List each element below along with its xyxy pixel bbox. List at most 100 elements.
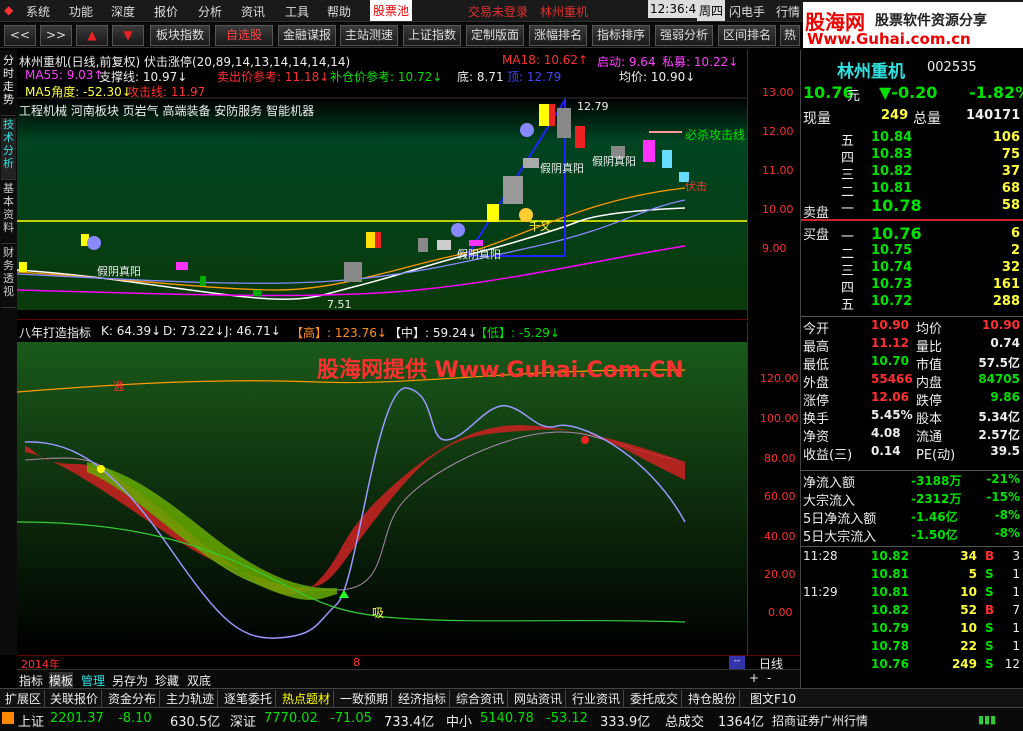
tick-volume: 10 <box>960 585 977 599</box>
stat-label: 量比 <box>916 340 943 355</box>
menu-function[interactable]: 功能 <box>69 3 93 20</box>
tick-count: 1 <box>1012 621 1020 635</box>
menu-help[interactable]: 帮助 <box>327 3 351 20</box>
ask-price: 10.84 <box>871 130 913 145</box>
zoom-out-icon[interactable]: - <box>767 671 771 685</box>
menu-news[interactable]: 资讯 <box>241 3 265 20</box>
ask-volume: 58 <box>1001 198 1020 213</box>
status-bar: 上证 2201.37 -8.10 630.5亿 深证 7770.02 -71.0… <box>0 707 1023 731</box>
total-label: 总成交 <box>665 715 705 730</box>
menu-tools[interactable]: 工具 <box>285 3 309 20</box>
zx-label[interactable]: 中小 <box>446 711 472 730</box>
bottom-tab[interactable]: 逐笔委托 <box>221 690 277 707</box>
forward-icon[interactable]: >> <box>40 25 72 46</box>
tick-count: 1 <box>1012 585 1020 599</box>
bottom-tab[interactable]: 持仓股份 <box>685 690 741 707</box>
low-value: 【低】: -5.29↓ <box>475 326 560 340</box>
tab-fundamentals[interactable]: 基本资料 <box>1 182 16 244</box>
tick-volume: 249 <box>951 657 977 671</box>
bottom-tab[interactable]: 扩展区 <box>2 690 46 707</box>
scroll-icon[interactable]: -- <box>729 656 745 669</box>
stat-value: 0.74 <box>990 336 1020 350</box>
bottom-tab[interactable]: 一致预期 <box>337 690 393 707</box>
tb-custom-layout[interactable]: 定制版面 <box>466 25 524 46</box>
annot-4: 假阴真阳 <box>457 248 501 261</box>
tick-price: 10.78 <box>871 639 909 653</box>
bottom-tab[interactable]: 热点题材 <box>279 690 335 707</box>
down-arrow-icon[interactable]: ▼ <box>112 25 144 46</box>
f10-button[interactable]: 图文F10 <box>750 690 796 707</box>
bottom-tab[interactable]: 行业资讯 <box>569 690 625 707</box>
tab-financials[interactable]: 财务透视 <box>1 246 16 308</box>
stat-label: 换手 <box>803 412 830 427</box>
tab-intraday[interactable]: 分时走势 <box>1 54 16 116</box>
menu-depth[interactable]: 深度 <box>111 3 135 20</box>
menu-analysis[interactable]: 分析 <box>198 3 222 20</box>
ma55-label: MA55: 9.03↑ <box>25 68 104 82</box>
tab-manage[interactable]: 管理 <box>81 672 105 689</box>
tick-count: 12 <box>1004 657 1020 671</box>
sz-label[interactable]: 深证 <box>230 711 256 730</box>
tb-gain-rank[interactable]: 涨幅排名 <box>529 25 587 46</box>
tab-saveas[interactable]: 另存为 <box>112 672 148 689</box>
stat-label: 跌停 <box>916 394 943 409</box>
stat-value: 10.90 <box>871 318 909 332</box>
indicator-panel[interactable]: 八年打造指标 K: 64.39↓ D: 73.22↓ J: 46.71↓ 【高】… <box>17 322 747 670</box>
tick-volume: 34 <box>960 549 977 563</box>
signal-icon[interactable]: ▮▮▮ <box>978 713 1018 727</box>
flow-label: 净流入额 <box>803 476 856 491</box>
tb-sh-index[interactable]: 上证指数 <box>403 25 461 46</box>
bid-level: 五 <box>841 298 855 313</box>
menu-quote[interactable]: 报价 <box>154 3 178 20</box>
ask-volume: 37 <box>1001 164 1020 179</box>
bottom-tab[interactable]: 网站资讯 <box>511 690 567 707</box>
flow-value: -1.50亿 <box>911 528 958 542</box>
ask-price: 10.78 <box>871 196 922 215</box>
logo-sub: 股票软件资源分享 <box>875 13 987 29</box>
ytick: 13.00 <box>762 86 794 99</box>
flash-trade-button[interactable]: 闪电手 <box>729 3 765 20</box>
tab-collect[interactable]: 珍藏 <box>155 672 179 689</box>
tab-double-bottom[interactable]: 双底 <box>187 672 211 689</box>
menu-system[interactable]: 系统 <box>26 3 50 20</box>
login-status[interactable]: 交易未登录 <box>468 3 528 20</box>
bottom-tab[interactable]: 综合资讯 <box>453 690 509 707</box>
stat-label: 净资 <box>803 430 830 445</box>
stat-value: 10.70 <box>871 354 909 368</box>
bottom-tab[interactable]: 关联报价 <box>47 690 103 707</box>
bottom-tab[interactable]: 委托成交 <box>627 690 683 707</box>
menu-stockpool[interactable]: 股票池 <box>370 0 413 21</box>
bottom-tabs: 扩展区 关联报价 资金分布 主力轨迹 逐笔委托 热点题材 一致预期 经济指标 综合资讯 网站资讯行… <box>0 688 1023 707</box>
tb-finance[interactable]: 金融谋报 <box>278 25 336 46</box>
tb-watchlist[interactable]: 自选股 <box>215 25 273 46</box>
bottom-tab[interactable]: 资金分布 <box>105 690 161 707</box>
ask-book: 五 10.84 106 四 10.83 75 三 10.82 37 二 10.81 68 一 10.78 5… <box>801 130 1023 220</box>
tab-template[interactable]: 模板 <box>49 672 74 689</box>
bottom-tab[interactable]: 主力轨迹 <box>163 690 219 707</box>
tab-technical[interactable]: 技术分析 <box>1 118 16 180</box>
avg-label: 均价: 10.90↓ <box>619 70 696 84</box>
sh-value: 2201.37 <box>50 711 104 726</box>
sz-value: 7770.02 <box>264 711 318 726</box>
annot-2: 假阴真阳 <box>540 162 584 175</box>
sh-label[interactable]: 上证 <box>18 711 44 730</box>
tb-indicator-sort[interactable]: 指标排序 <box>592 25 650 46</box>
ambush-label: 伏击 <box>685 180 707 193</box>
bottom-tab[interactable]: 经济指标 <box>395 690 451 707</box>
bid-book: 一 10.76 6 二 10.75 2 三 10.74 32 四 10.73 161 五 10.72 288 <box>801 222 1023 314</box>
high-price-label: 12.79 <box>577 100 609 113</box>
tb-sector-index[interactable]: 板块指数 <box>150 25 210 46</box>
tb-hot[interactable]: 热 <box>780 25 800 46</box>
tb-range-rank[interactable]: 区间排名 <box>718 25 776 46</box>
tb-speed-test[interactable]: 主站测速 <box>340 25 398 46</box>
back-icon[interactable]: << <box>4 25 36 46</box>
tab-indicator[interactable]: 指标 <box>19 672 43 689</box>
kline-panel[interactable]: 林州重机(日线,前复权) 伏击涨停(20,89,14,13,14,14,14,1… <box>17 50 747 320</box>
quote-button[interactable]: 行情 <box>776 3 800 20</box>
bid-price: 10.74 <box>871 260 913 275</box>
zoom-in-icon[interactable]: + <box>749 671 759 685</box>
sell-ref-label: 卖出价参考: 11.18↓ <box>217 70 330 84</box>
up-arrow-icon[interactable]: ▲ <box>76 25 108 46</box>
stat-value: 12.06 <box>871 390 909 404</box>
tb-strength[interactable]: 强弱分析 <box>655 25 713 46</box>
